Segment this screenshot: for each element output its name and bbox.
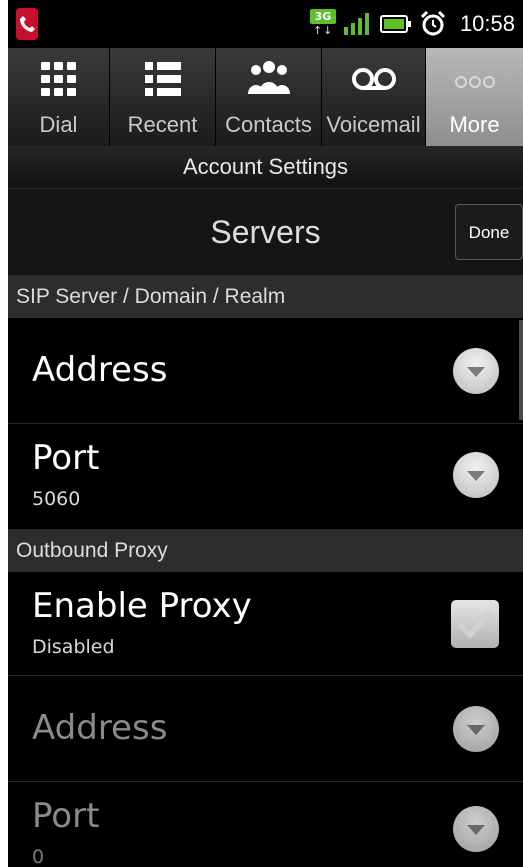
voicemail-icon (351, 68, 396, 90)
tab-dial[interactable]: Dial (8, 48, 110, 146)
dropdown-arrow-icon[interactable] (453, 452, 499, 498)
page-title: Account Settings (8, 146, 523, 189)
tab-voicemail[interactable]: Voicemail (322, 48, 426, 146)
data-activity-icon: ↑↓ (312, 24, 334, 37)
signal-strength-icon (343, 13, 369, 35)
screen-heading: Servers (210, 214, 321, 250)
row-title: Enable Proxy (32, 586, 252, 626)
tab-label: Dial (39, 112, 78, 137)
enable-proxy-checkbox[interactable] (451, 600, 499, 648)
tab-label: Contacts (225, 112, 312, 137)
sip-address-row[interactable]: Address (8, 318, 523, 424)
dropdown-arrow-icon[interactable] (453, 706, 499, 752)
checkmark-icon (458, 610, 492, 639)
scrollbar[interactable] (519, 320, 523, 420)
row-title: Port (32, 796, 100, 836)
enable-proxy-row[interactable]: Enable Proxy Disabled (8, 572, 523, 676)
tab-label: Voicemail (326, 112, 421, 137)
people-icon (247, 61, 290, 94)
tab-label: Recent (127, 112, 198, 137)
done-button[interactable]: Done (455, 204, 523, 260)
sip-port-row[interactable]: Port 5060 (8, 424, 523, 530)
tab-label: More (449, 112, 500, 137)
phone-app-icon (16, 8, 38, 40)
row-value: Disabled (32, 636, 115, 658)
proxy-address-row[interactable]: Address (8, 676, 523, 782)
row-title: Port (32, 438, 100, 478)
list-icon (144, 62, 181, 96)
tab-contacts[interactable]: Contacts (216, 48, 322, 146)
tab-recent[interactable]: Recent (110, 48, 216, 146)
section-header-bar: Servers Done (8, 189, 523, 276)
row-title: Address (32, 708, 168, 748)
proxy-port-row[interactable]: Port 0 (8, 782, 523, 867)
section-header-outbound-proxy: Outbound Proxy (8, 530, 523, 572)
network-type-label: 3G (309, 9, 336, 24)
dropdown-arrow-icon[interactable] (453, 348, 499, 394)
row-title: Address (32, 350, 168, 390)
tab-bar: Dial Recent Contacts Voicemail More (8, 48, 523, 146)
dialpad-icon (40, 62, 76, 96)
status-bar: 3G ↑↓ 10:58 (8, 0, 523, 48)
phone-screen: 3G ↑↓ 10:58 Dial Recent Contacts Voicema… (8, 0, 523, 867)
alarm-clock-icon (420, 11, 445, 36)
dropdown-arrow-icon[interactable] (453, 806, 499, 852)
tab-more[interactable]: More (426, 48, 523, 146)
section-header-sip: SIP Server / Domain / Realm (8, 276, 523, 318)
row-value: 0 (32, 846, 45, 867)
network-type-icon: 3G ↑↓ (309, 9, 336, 39)
status-icons: 3G ↑↓ 10:58 (309, 8, 515, 40)
more-icon (454, 76, 495, 88)
battery-icon (379, 15, 411, 33)
clock: 10:58 (459, 11, 515, 36)
row-value: 5060 (32, 488, 81, 510)
